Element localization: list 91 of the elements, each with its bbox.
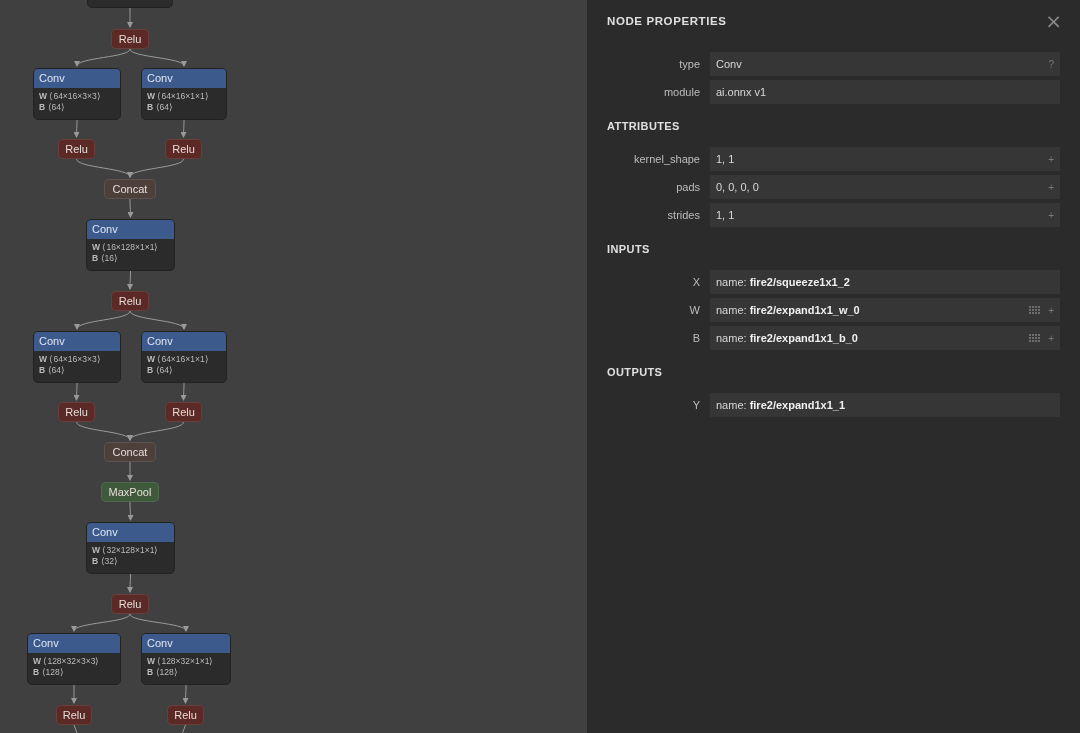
node-attribute: W ⟨128×32×1×1⟩ <box>147 656 215 666</box>
node-attribute: W ⟨64×16×3×3⟩ <box>39 91 102 101</box>
node-title: Conv <box>34 332 120 351</box>
graph-node[interactable]: Relu <box>165 402 202 422</box>
node-title: Conv <box>28 634 120 653</box>
node-attribute: W ⟨64×16×3×3⟩ <box>39 354 102 364</box>
edge-arrow <box>180 382 187 401</box>
graph-node[interactable]: Conv W ⟨64×16×3×3⟩ B ⟨64⟩ <box>33 68 121 120</box>
node-attribute: W ⟨64×16×1×1⟩ <box>147 91 210 101</box>
node-attribute: B ⟨64⟩ <box>39 365 66 375</box>
edge-arrow <box>127 573 133 593</box>
property-label: X <box>691 276 700 288</box>
section-title: ATTRIBUTES <box>607 120 681 132</box>
edge-arrow <box>129 421 184 441</box>
graph-node[interactable]: Relu <box>58 402 95 422</box>
graph-node[interactable]: Relu <box>167 705 204 725</box>
node-title: Conv <box>142 69 226 88</box>
node-title: Conv <box>142 634 230 653</box>
property-value: Conv <box>716 58 743 70</box>
graph-node[interactable]: MaxPool <box>101 482 159 502</box>
node-attribute: B ⟨128⟩ <box>147 667 179 677</box>
node-attribute: W ⟨64×16×1×1⟩ <box>147 354 210 364</box>
section-title: INPUTS <box>607 243 651 255</box>
edge-arrow <box>73 613 131 632</box>
node-title: Conv <box>34 69 120 88</box>
edge-arrow <box>71 684 77 704</box>
panel-title: NODE PROPERTIES <box>607 15 727 27</box>
property-label: pads <box>675 181 700 193</box>
edge-arrow <box>127 461 133 481</box>
edge-arrow <box>129 48 185 67</box>
node-attribute: B ⟨64⟩ <box>147 102 174 112</box>
node-attribute: B ⟨64⟩ <box>39 102 66 112</box>
edge-arrow <box>73 382 80 401</box>
node-title: Conv <box>87 220 174 239</box>
graph-node[interactable]: Relu <box>58 139 95 159</box>
graph-node[interactable]: Conv W ⟨64×16×1×1⟩ B ⟨64⟩ <box>141 331 227 383</box>
graph-node[interactable]: Concat <box>104 179 156 199</box>
edge-arrow <box>180 119 187 138</box>
edge-arrow <box>127 501 134 521</box>
property-value: 1, 1 <box>716 209 736 221</box>
graph-node[interactable]: Conv W ⟨128×32×3×3⟩ B ⟨128⟩ <box>27 633 121 685</box>
property-label: strides <box>666 209 700 221</box>
property-value: name: fire2/expand1x1_b_0 <box>716 332 859 344</box>
property-label: type <box>678 58 700 70</box>
graph-node[interactable]: Relu <box>111 29 149 49</box>
property-label: module <box>662 86 700 98</box>
node-title: Conv <box>87 523 174 542</box>
grid-icon[interactable] <box>1029 306 1041 314</box>
edge-arrow <box>129 613 187 632</box>
edge-arrow <box>76 48 131 67</box>
node-attribute: B ⟨16⟩ <box>92 253 119 263</box>
node-attribute: W ⟨32×128×1×1⟩ <box>92 545 160 555</box>
property-value: name: fire2/expand1x1_w_0 <box>716 304 861 316</box>
grid-icon[interactable] <box>1029 334 1041 342</box>
graph-node[interactable]: Conv W ⟨64×16×3×3⟩ B ⟨64⟩ <box>33 331 121 383</box>
edge-arrow <box>76 310 131 330</box>
graph-node[interactable]: Conv W ⟨64×16×1×1⟩ B ⟨64⟩ <box>141 68 227 120</box>
graph-node[interactable]: Concat <box>104 442 156 462</box>
graph-node[interactable]: Conv W ⟨128×32×1×1⟩ B ⟨128⟩ <box>141 633 231 685</box>
graph-node[interactable]: Relu <box>111 594 149 614</box>
edge-arrow <box>127 198 134 218</box>
node-attribute: W ⟨16×128×1×1⟩ <box>92 242 160 252</box>
property-label: kernel_shape <box>632 153 700 165</box>
property-value: name: fire2/squeeze1x1_2 <box>716 276 851 288</box>
edge-line <box>182 724 186 733</box>
node-attribute: B ⟨64⟩ <box>147 365 174 375</box>
node-attribute: B ⟨32⟩ <box>92 556 119 566</box>
node-attribute: B ⟨128⟩ <box>33 667 65 677</box>
property-value: 0, 0, 0, 0 <box>716 181 760 193</box>
property-value: name: fire2/expand1x1_1 <box>716 399 847 411</box>
property-value: ai.onnx v1 <box>716 86 768 98</box>
edge-arrow <box>129 310 185 330</box>
section-title: OUTPUTS <box>607 366 664 378</box>
edge-arrow <box>129 158 184 178</box>
node-attribute: W ⟨128×32×3×3⟩ <box>33 656 101 666</box>
edge-arrow <box>127 270 133 290</box>
edge-line <box>73 724 78 733</box>
property-label: Y <box>691 399 700 411</box>
edge-arrow <box>73 119 80 138</box>
property-label: B <box>691 332 700 344</box>
graph-node[interactable]: Relu <box>165 139 202 159</box>
graph-node[interactable]: Relu <box>56 705 92 725</box>
graph-node[interactable]: Conv W ⟨16×128×1×1⟩ B ⟨16⟩ <box>86 219 175 271</box>
edge-arrow <box>182 684 189 704</box>
property-value: 1, 1 <box>716 153 736 165</box>
close-button[interactable]: × <box>1045 12 1062 30</box>
graph-node[interactable]: Conv W ⟨32×128×1×1⟩ B ⟨32⟩ <box>86 522 175 574</box>
node-title: Conv <box>142 332 226 351</box>
graph-node[interactable]: Relu <box>111 291 149 311</box>
edge-arrow <box>127 7 133 28</box>
property-label: W <box>688 304 700 316</box>
